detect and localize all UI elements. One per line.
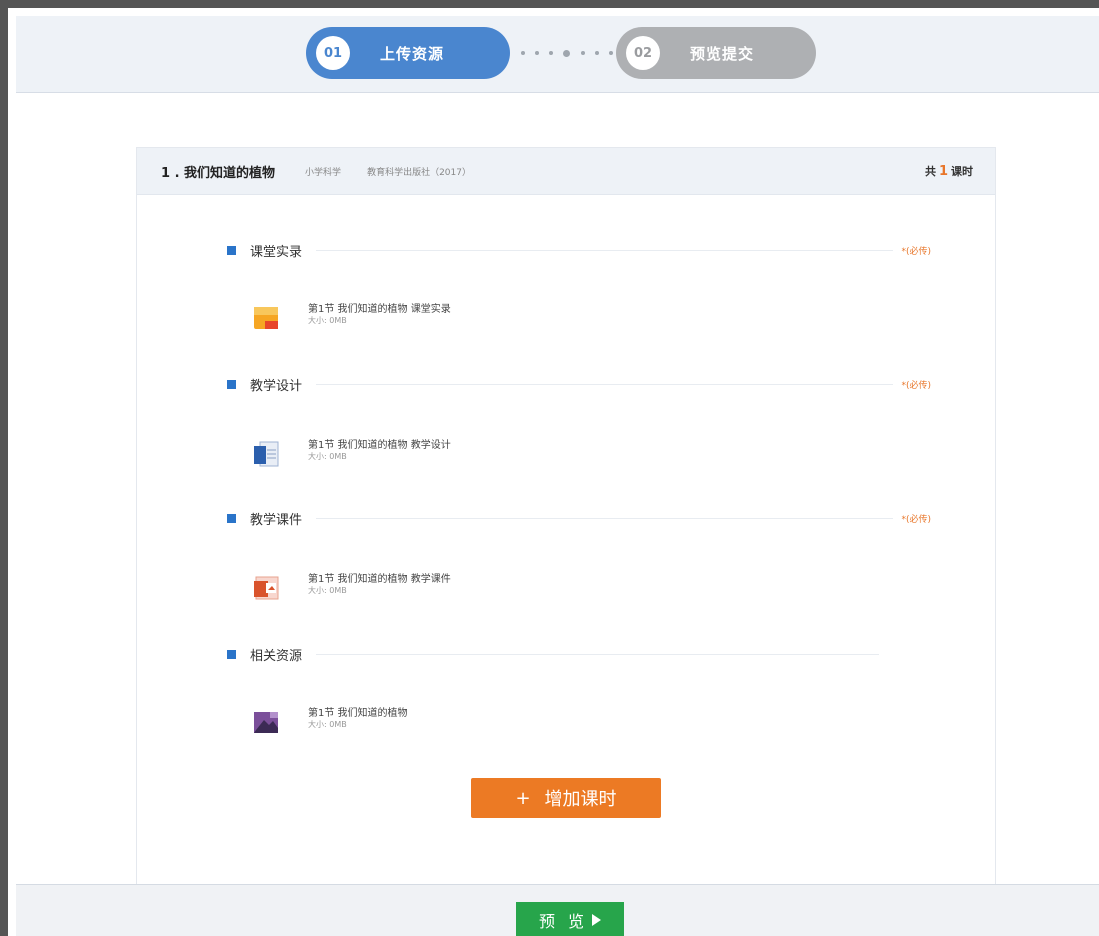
step-number: 01: [316, 36, 350, 70]
step-preview-submit[interactable]: 02 预览提交: [616, 27, 816, 79]
required-tag: *(必传): [901, 246, 931, 257]
video-file-icon: [254, 307, 278, 329]
connector-dot: [549, 51, 554, 55]
connector-dot: [580, 51, 585, 55]
step-number: 02: [626, 36, 660, 70]
resource-size: 大小: 0MB: [308, 452, 347, 461]
add-lesson-button[interactable]: + 增加课时: [471, 778, 661, 818]
lesson-header: 1 . 我们知道的植物 小学科学 教育科学出版社（2017） 共 1 课时: [137, 148, 995, 195]
resource-item[interactable]: 第1节 我们知道的植物 教学课件 大小: 0MB: [252, 570, 552, 610]
footer-bar: 预 览: [16, 884, 1099, 936]
section-title: 相关资源: [250, 648, 303, 664]
lesson-count: 共 1 课时: [925, 163, 973, 179]
step-label: 上传资源: [380, 44, 445, 63]
section-title: 教学课件: [250, 512, 303, 528]
count-suffix: 课时: [951, 165, 973, 178]
connector-dot: [563, 49, 571, 57]
resource-file-icon: [254, 712, 278, 733]
step-label: 预览提交: [690, 44, 755, 63]
resource-item[interactable]: 第1节 我们知道的植物 大小: 0MB: [252, 704, 552, 744]
resource-size: 大小: 0MB: [308, 586, 347, 595]
step-connector: [521, 45, 613, 61]
steps-bar: 01 上传资源 02 预览提交: [16, 16, 1099, 93]
count-prefix: 共: [924, 165, 936, 178]
add-lesson-label: 增加课时: [544, 789, 617, 810]
lesson-publisher: 教育科学出版社（2017）: [367, 167, 471, 178]
section-title: 教学设计: [250, 378, 303, 394]
ppt-file-icon: [254, 576, 279, 600]
section-title: 课堂实录: [250, 244, 303, 260]
resource-name: 第1节 我们知道的植物 教学设计: [308, 440, 451, 451]
word-doc-icon: [254, 441, 279, 467]
lesson-card: 1 . 我们知道的植物 小学科学 教育科学出版社（2017） 共 1 课时 课堂实录…: [136, 147, 996, 889]
section-divider: [316, 653, 879, 655]
resource-name: 第1节 我们知道的植物 教学课件: [308, 574, 451, 585]
section-divider: [316, 249, 894, 251]
section-marker: [227, 513, 236, 523]
required-tag: *(必传): [901, 380, 931, 391]
section-divider: [316, 517, 894, 519]
section-courseware: 教学课件 *(必传): [227, 508, 931, 528]
required-tag: *(必传): [901, 514, 931, 525]
section-divider: [316, 383, 894, 385]
section-related-resources: 相关资源: [227, 644, 887, 664]
app-frame: 01 上传资源 02 预览提交 1 . 我们知道的植物 小学科学 教育科学出版社…: [0, 0, 1099, 936]
connector-dot: [521, 51, 525, 55]
lesson-title: 1 . 我们知道的植物: [161, 165, 276, 181]
section-classroom-record: 课堂实录 *(必传): [227, 240, 931, 260]
preview-button[interactable]: 预 览: [516, 902, 624, 936]
resource-name: 第1节 我们知道的植物 课堂实录: [308, 304, 451, 315]
connector-dot: [594, 51, 599, 55]
resource-item[interactable]: 第1节 我们知道的植物 教学设计 大小: 0MB: [252, 436, 552, 476]
resource-size: 大小: 0MB: [308, 720, 347, 729]
connector-dot: [535, 51, 540, 55]
resource-size: 大小: 0MB: [308, 316, 347, 325]
section-marker: [227, 649, 236, 659]
connector-dot: [608, 51, 613, 55]
lesson-subject: 小学科学: [305, 167, 342, 178]
resource-item[interactable]: 第1节 我们知道的植物 课堂实录 大小: 0MB: [252, 300, 552, 340]
section-teaching-design: 教学设计 *(必传): [227, 374, 931, 394]
section-marker: [227, 379, 236, 389]
preview-label: 预 览: [538, 912, 589, 931]
play-triangle-icon: [592, 914, 602, 926]
count-number: 1: [938, 164, 948, 179]
plus-icon: +: [515, 787, 531, 809]
section-marker: [227, 245, 236, 255]
step-upload[interactable]: 01 上传资源: [306, 27, 510, 79]
resource-name: 第1节 我们知道的植物: [308, 708, 408, 719]
